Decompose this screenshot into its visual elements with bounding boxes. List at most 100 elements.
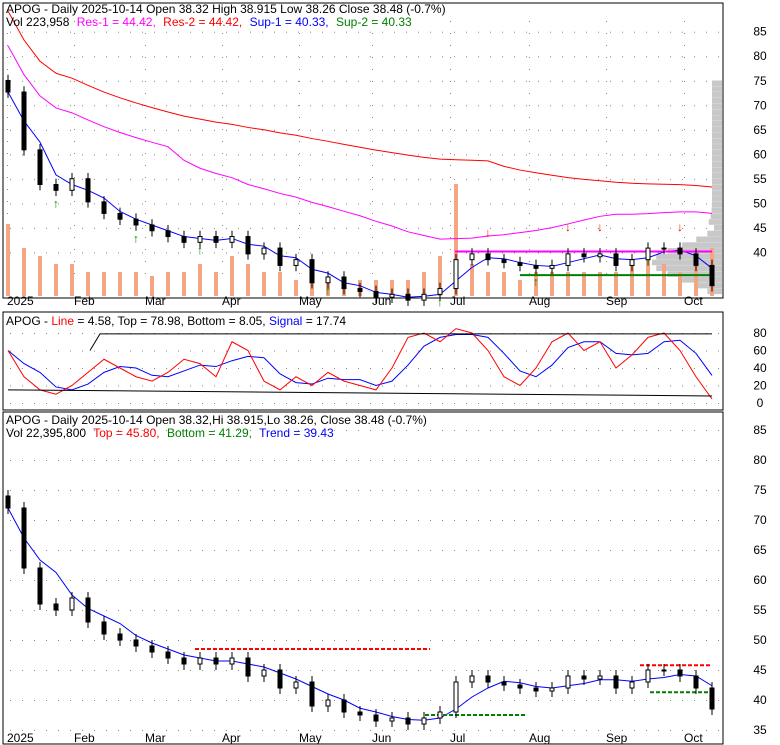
grid-dot: [106, 550, 107, 551]
grid-dot: [562, 490, 563, 491]
grid-dot: [550, 385, 551, 387]
grid-dot: [274, 350, 275, 352]
x-tick-label: Jul: [450, 294, 465, 308]
buy-arrow-icon: ↑: [53, 197, 59, 211]
grid-dot: [598, 203, 599, 205]
grid-dot: [299, 237, 300, 238]
price-candle: [629, 681, 635, 689]
grid-dot: [526, 490, 527, 491]
grid-dot: [562, 227, 563, 229]
grid-dot: [226, 580, 227, 581]
grid-dot: [562, 178, 563, 180]
grid-dot: [214, 403, 215, 404]
price-candle: [213, 657, 219, 665]
grid-dot: [574, 670, 575, 671]
grid-dot: [202, 550, 203, 551]
grid-dot: [250, 203, 251, 205]
grid-dot: [298, 252, 299, 254]
grid-dot: [550, 490, 551, 491]
grid-dot: [70, 670, 71, 671]
grid-dot: [10, 178, 11, 180]
grid-dot: [346, 580, 347, 581]
grid-dot: [610, 520, 611, 521]
grid-dot: [526, 640, 527, 641]
grid-dot: [358, 640, 359, 641]
grid-dot: [526, 56, 527, 58]
volume-profile-bar: [712, 86, 722, 92]
grid-dot: [190, 403, 191, 404]
grid-dot: [298, 31, 299, 33]
grid-dot: [190, 80, 191, 82]
grid-dot: [634, 385, 635, 387]
grid-dot: [166, 129, 167, 131]
grid-dot: [606, 93, 607, 94]
grid-dot: [538, 31, 539, 33]
grid-dot: [22, 610, 23, 611]
grid-dot: [190, 252, 191, 254]
price-candle: [693, 675, 699, 689]
grid-dot: [222, 105, 223, 106]
grid-dot: [74, 33, 75, 34]
grid-dot: [22, 385, 23, 387]
grid-dot: [82, 670, 83, 671]
grid-dot: [250, 56, 251, 58]
volume-profile-bar: [711, 201, 722, 208]
grid-dot: [538, 203, 539, 205]
grid-dot: [222, 249, 223, 250]
grid-dot: [562, 430, 563, 431]
grid-dot: [430, 31, 431, 33]
grid-dot: [550, 252, 551, 254]
grid-dot: [145, 261, 146, 262]
grid-dot: [299, 189, 300, 190]
grid-dot: [502, 56, 503, 58]
grid-dot: [606, 21, 607, 22]
grid-dot: [262, 550, 263, 551]
grid-dot: [94, 80, 95, 82]
grid-dot: [310, 129, 311, 131]
price-candle: [277, 247, 283, 266]
grid-dot: [58, 385, 59, 387]
volume-bar: [22, 248, 26, 296]
grid-dot: [574, 700, 575, 701]
grid-dot: [310, 550, 311, 551]
grid-dot: [610, 154, 611, 156]
price-candle: [565, 253, 571, 266]
grid-dot: [529, 189, 530, 190]
grid-dot: [658, 550, 659, 551]
grid-dot: [682, 154, 683, 156]
grid-dot: [70, 333, 71, 334]
grid-dot: [478, 105, 479, 107]
grid-dot: [562, 580, 563, 581]
grid-dot: [322, 550, 323, 551]
grid-dot: [610, 460, 611, 461]
grid-dot: [466, 520, 467, 521]
grid-dot: [514, 580, 515, 581]
grid-dot: [562, 550, 563, 551]
grid-dot: [694, 610, 695, 611]
grid-dot: [382, 460, 383, 461]
grid-dot: [334, 460, 335, 461]
grid-dot: [574, 580, 575, 581]
grid-dot: [694, 580, 695, 581]
grid-dot: [442, 640, 443, 641]
grid-dot: [682, 31, 683, 33]
grid-dot: [502, 252, 503, 254]
grid-dot: [684, 57, 685, 58]
grid-dot: [454, 460, 455, 461]
grid-dot: [358, 490, 359, 491]
grid-dot: [442, 385, 443, 387]
grid-dot: [334, 203, 335, 205]
grid-dot: [706, 105, 707, 107]
grid-dot: [118, 460, 119, 461]
grid-dot: [514, 640, 515, 641]
grid-dot: [82, 129, 83, 131]
grid-dot: [310, 178, 311, 180]
grid-dot: [610, 56, 611, 58]
grid-dot: [22, 490, 23, 491]
grid-dot: [526, 252, 527, 254]
grid-dot: [310, 640, 311, 641]
price-candle: [341, 276, 347, 290]
grid-dot: [130, 385, 131, 387]
grid-dot: [610, 610, 611, 611]
grid-dot: [574, 460, 575, 461]
